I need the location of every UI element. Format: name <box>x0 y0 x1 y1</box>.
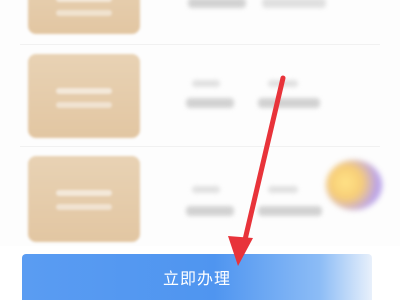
item-text-blurred <box>262 0 326 8</box>
item-thumbnail <box>28 54 140 138</box>
list-item[interactable] <box>0 48 400 142</box>
list-item[interactable] <box>0 0 400 40</box>
divider <box>20 44 380 45</box>
item-text-blurred <box>258 98 320 108</box>
item-text-blurred <box>186 206 234 216</box>
item-text-blurred <box>192 80 220 87</box>
promo-badge-icon <box>326 160 382 210</box>
item-text-blurred <box>186 98 234 108</box>
item-text-blurred <box>268 80 298 87</box>
item-text-blurred <box>268 186 298 193</box>
item-text-blurred <box>188 0 246 8</box>
apply-now-button[interactable]: 立即办理 <box>22 254 372 300</box>
item-text-blurred <box>192 186 220 193</box>
divider <box>20 146 380 147</box>
item-thumbnail <box>28 156 140 242</box>
app-screen: 立即办理 <box>0 0 400 300</box>
item-thumbnail <box>28 0 140 34</box>
item-text-blurred <box>258 206 322 216</box>
